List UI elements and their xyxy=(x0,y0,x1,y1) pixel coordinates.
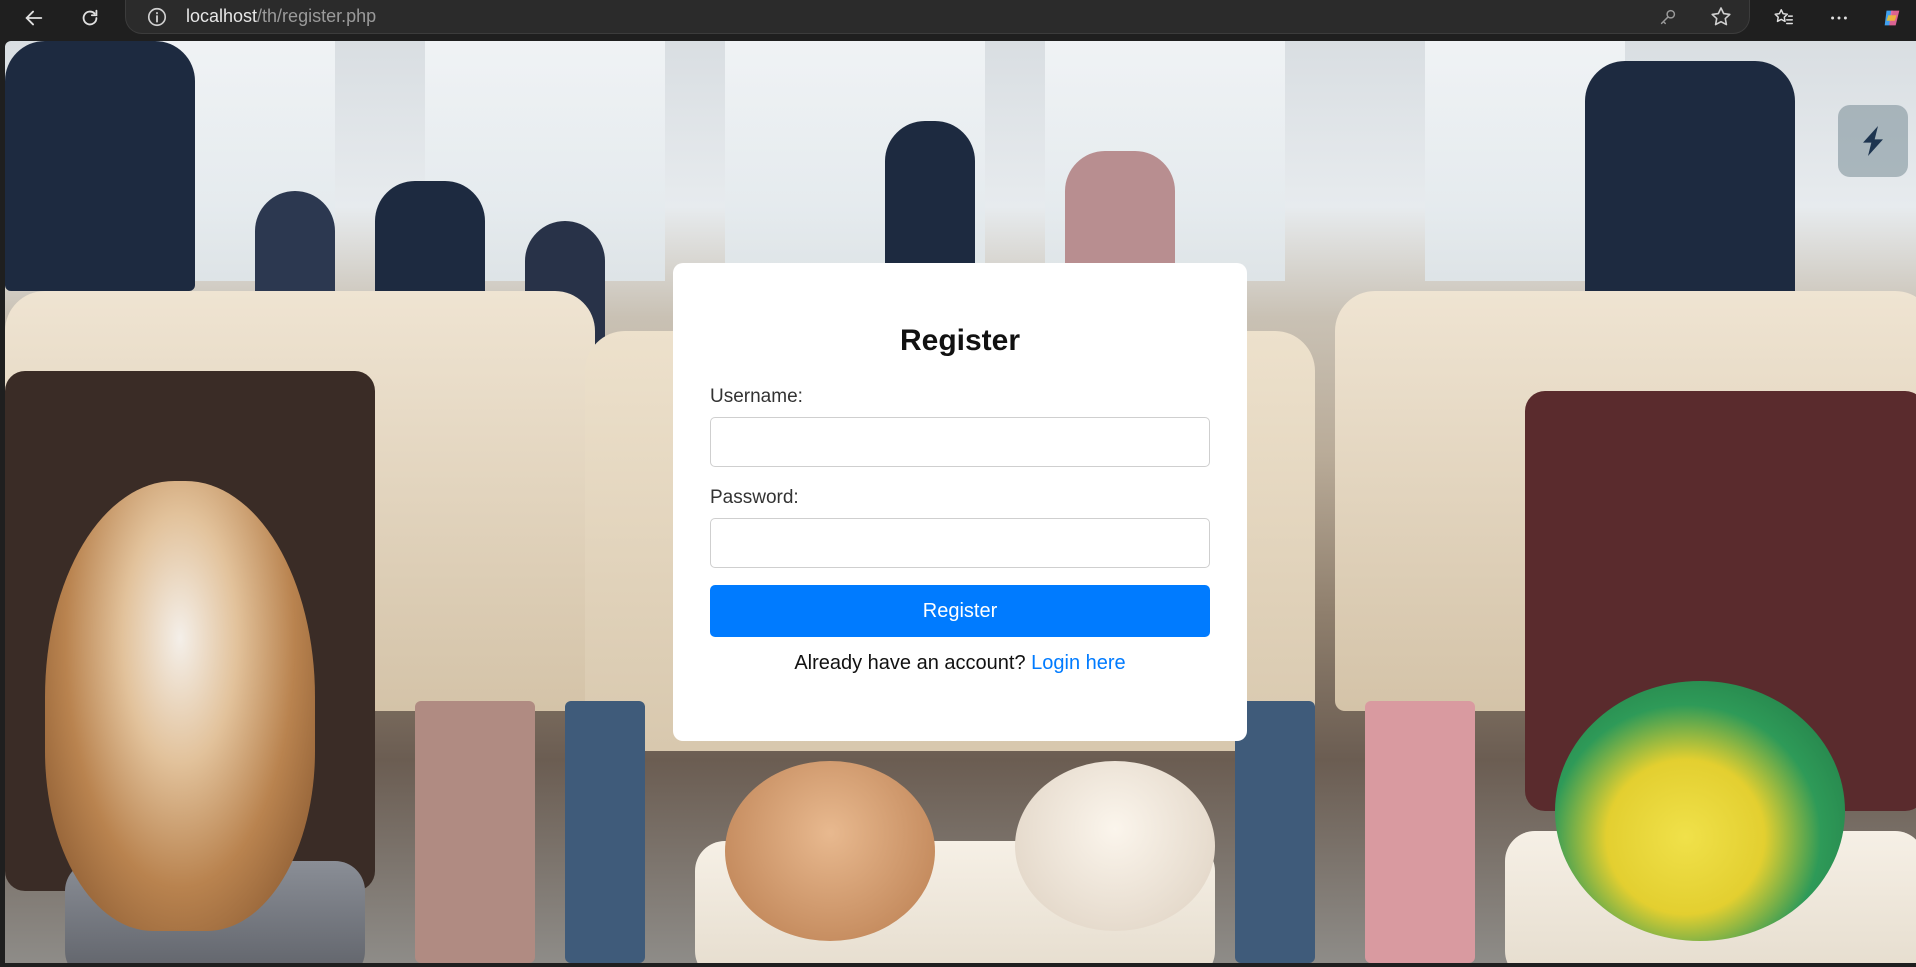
login-prompt-text: Already have an account? xyxy=(794,652,1026,674)
browser-toolbar: localhost/th/register.php xyxy=(0,0,1916,40)
extension-float-button[interactable] xyxy=(1838,105,1908,177)
reload-icon xyxy=(82,9,98,26)
url-text: localhost/th/register.php xyxy=(186,6,377,26)
copilot-button[interactable] xyxy=(1876,2,1908,34)
password-input[interactable] xyxy=(710,518,1210,568)
copilot-icon xyxy=(1884,10,1900,26)
login-link[interactable]: Login here xyxy=(1031,652,1126,674)
reload-button[interactable] xyxy=(74,2,106,34)
star-icon[interactable] xyxy=(1709,5,1733,29)
arrow-left-icon xyxy=(25,10,43,26)
username-label: Username: xyxy=(710,386,803,407)
more-button[interactable] xyxy=(1823,2,1855,34)
info-icon[interactable] xyxy=(146,6,168,28)
favorites-button[interactable] xyxy=(1768,2,1800,34)
login-prompt: Already have an account? Login here xyxy=(673,652,1247,675)
favorites-icon xyxy=(1774,9,1793,25)
lightning-icon xyxy=(1863,126,1883,156)
register-button[interactable]: Register xyxy=(710,585,1210,637)
more-dots-icon xyxy=(1831,16,1847,20)
register-card: Register Username: Password: Register Al… xyxy=(673,263,1247,741)
form-title: Register xyxy=(899,324,1021,357)
address-bar[interactable]: localhost/th/register.php xyxy=(125,0,1750,34)
back-button[interactable] xyxy=(18,2,50,34)
page-viewport: Register Username: Password: Register Al… xyxy=(5,41,1916,963)
key-icon[interactable] xyxy=(1657,6,1679,28)
password-label: Password: xyxy=(710,487,799,508)
username-input[interactable] xyxy=(710,417,1210,467)
